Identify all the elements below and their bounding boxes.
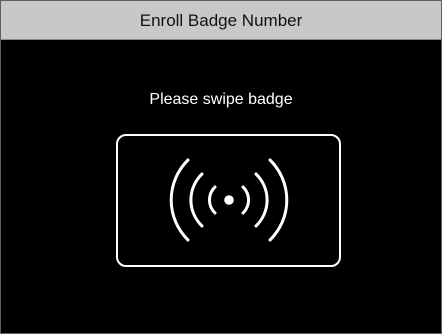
page-title: Enroll Badge Number: [139, 11, 303, 30]
signal-arc-right-2: [254, 172, 269, 228]
signal-center-dot: [224, 195, 234, 205]
badge-reader-area[interactable]: [116, 134, 341, 267]
title-bar: Enroll Badge Number: [1, 1, 441, 40]
badge-enroll-screen: Enroll Badge Number Please swipe badge: [0, 0, 442, 334]
signal-arc-left-1: [208, 185, 217, 215]
signal-arc-right-1: [241, 185, 250, 215]
signal-arc-left-2: [189, 172, 204, 228]
signal-arc-left-3: [169, 158, 190, 242]
signal-arc-right-3: [268, 158, 289, 242]
swipe-prompt: Please swipe badge: [149, 91, 293, 108]
contactless-signal-icon: [169, 158, 289, 242]
